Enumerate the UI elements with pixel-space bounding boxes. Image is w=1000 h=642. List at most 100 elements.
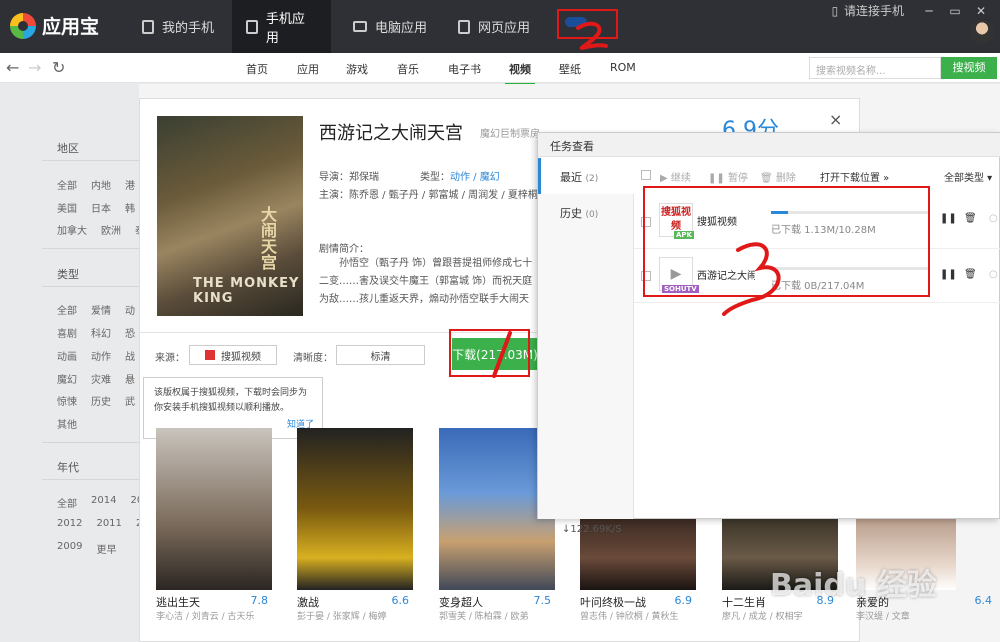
filter-option[interactable]: 2012 <box>57 518 82 529</box>
filter-option[interactable]: 美国 <box>57 200 77 215</box>
filter-option[interactable]: 科幻 <box>91 325 111 340</box>
quality-select[interactable]: 标清 <box>336 345 425 365</box>
category-ebooks[interactable]: 电子书 <box>448 61 481 77</box>
divider <box>42 442 139 443</box>
filter-option[interactable]: 惊悚 <box>57 393 77 408</box>
forward-arrow-icon[interactable]: → <box>28 58 41 77</box>
filter-row: 加拿大欧洲泰 <box>57 222 145 237</box>
filter-option[interactable]: 其他 <box>57 416 77 431</box>
top-bar: 应用宝 我的手机 手机应用 电脑应用 网页应用 ▯ 请连接手机 ─ ▭ ✕ <box>0 0 1000 53</box>
delete-button[interactable]: 🗑 删除 <box>760 169 796 184</box>
pause-icon[interactable]: ❚❚ <box>940 269 957 280</box>
filter-option[interactable]: 灾难 <box>91 371 111 386</box>
filter-option[interactable]: 动作 <box>91 348 111 363</box>
maximize-button[interactable]: ▭ <box>944 4 966 18</box>
category-wallpaper[interactable]: 壁纸 <box>559 61 581 77</box>
search-small-icon[interactable]: ○ <box>989 269 998 280</box>
tab-pc-apps[interactable]: 电脑应用 <box>339 0 441 53</box>
task-tab-label: 最近 <box>560 171 582 184</box>
pause-icon[interactable]: ❚❚ <box>940 213 957 224</box>
user-avatar[interactable] <box>970 20 994 44</box>
movie-score: 7.8 <box>250 594 269 607</box>
filter-row: 动画 动作战 <box>57 348 135 363</box>
filter-option[interactable]: 武 <box>125 393 135 408</box>
filter-row: 2012201120 <box>57 518 149 529</box>
trash-icon[interactable]: 🗑 <box>964 213 977 224</box>
divider <box>42 248 139 249</box>
filter-option[interactable]: 2009 <box>57 541 82 556</box>
movie-score: 6.9 <box>674 594 693 607</box>
close-icon[interactable]: × <box>829 110 842 129</box>
filter-option[interactable]: 历史 <box>91 393 111 408</box>
movie-title: 西游记之大闹天宫 <box>319 123 463 144</box>
back-arrow-icon[interactable]: ← <box>6 58 19 77</box>
tab-mobile-apps[interactable]: 手机应用 <box>232 0 331 53</box>
resume-label: 继续 <box>670 173 691 184</box>
source-label: 来源： <box>155 353 185 364</box>
filter-option[interactable]: 韩 <box>125 200 135 215</box>
movie-actors: 李汉缇 / 文章 <box>856 612 910 622</box>
filter-option[interactable]: 魔幻 <box>57 371 77 386</box>
category-home[interactable]: 首页 <box>246 61 268 77</box>
connect-phone-label[interactable]: 请连接手机 <box>844 2 904 19</box>
task-panel-title: 任务查看 <box>538 133 1000 157</box>
filter-option[interactable]: 全部 <box>57 177 77 192</box>
filter-option[interactable]: 爱情 <box>91 302 111 317</box>
movie-actors: 李心洁 / 刘青云 / 古天乐 <box>156 612 255 622</box>
search-small-icon[interactable]: ○ <box>989 213 998 224</box>
type-filter-select[interactable]: 全部类型 ▾ <box>944 169 992 184</box>
filter-option[interactable]: 2014 <box>91 495 116 510</box>
filter-option[interactable]: 动画 <box>57 348 77 363</box>
category-video[interactable]: 视频 <box>505 61 535 86</box>
director-row: 导演：郑保瑞 <box>319 168 379 183</box>
task-tab-history[interactable]: 历史 (0) <box>538 194 634 230</box>
category-rom[interactable]: ROM <box>610 61 636 74</box>
movie-actors: 彭于晏 / 张家辉 / 梅婷 <box>297 612 387 622</box>
filter-option[interactable]: 内地 <box>91 177 111 192</box>
minimize-button[interactable]: ─ <box>918 4 940 18</box>
movie-actors: 曾志伟 / 钟欣桐 / 黄秋生 <box>580 612 679 622</box>
movie-poster: 大闹天宫 THE MONKEY KING <box>157 116 303 316</box>
close-window-button[interactable]: ✕ <box>970 4 992 18</box>
filter-row: 美国 日本韩 <box>57 200 135 215</box>
movie-actors: 廖凡 / 成龙 / 权相宇 <box>722 612 803 622</box>
resume-button[interactable]: ▶ 继续 <box>660 169 691 184</box>
task-tab-recent[interactable]: 最近 (2) <box>538 158 634 194</box>
filter-option[interactable]: 日本 <box>91 200 111 215</box>
filter-option[interactable]: 喜剧 <box>57 325 77 340</box>
filter-option[interactable]: 欧洲 <box>101 222 121 237</box>
filter-option[interactable]: 动 <box>125 302 135 317</box>
search-button[interactable]: 搜视频 <box>941 57 997 79</box>
filter-option[interactable]: 恐 <box>125 325 135 340</box>
trash-icon[interactable]: 🗑 <box>964 269 977 280</box>
filter-option[interactable]: 港 <box>125 177 135 192</box>
movie-card[interactable]: 激战 6.6 彭于晏 / 张家辉 / 梅婷 <box>297 428 413 622</box>
category-apps[interactable]: 应用 <box>297 61 319 77</box>
divider <box>42 160 139 161</box>
category-music[interactable]: 音乐 <box>397 61 419 77</box>
filter-option[interactable]: 战 <box>125 348 135 363</box>
filter-option[interactable]: 全部 <box>57 495 77 510</box>
filter-region-title: 地区 <box>57 142 79 155</box>
pause-button[interactable]: ❚❚ 暂停 <box>708 169 748 184</box>
genre-link[interactable]: 动作 / 魔幻 <box>450 172 500 183</box>
source-box[interactable]: 搜狐视频 <box>189 345 277 365</box>
tab-web-apps[interactable]: 网页应用 <box>444 0 544 53</box>
tab-my-phone[interactable]: 我的手机 <box>128 0 228 53</box>
quality-label: 清晰度： <box>293 353 333 364</box>
filter-option[interactable]: 2011 <box>96 518 121 529</box>
annotation-box-2 <box>557 9 618 39</box>
movie-card[interactable]: 逃出生天 7.8 李心洁 / 刘青云 / 古天乐 <box>156 428 272 622</box>
filter-option[interactable]: 悬 <box>125 371 135 386</box>
category-games[interactable]: 游戏 <box>346 61 368 77</box>
open-location-link[interactable]: 打开下载位置 » <box>820 169 889 184</box>
select-all-checkbox[interactable] <box>641 170 651 180</box>
divider <box>42 286 139 287</box>
pause-label: 暂停 <box>727 173 748 184</box>
search-input[interactable]: 搜索视频名称... <box>809 57 941 79</box>
filter-option[interactable]: 加拿大 <box>57 222 87 237</box>
filter-type-title: 类型 <box>57 268 79 281</box>
filter-option[interactable]: 全部 <box>57 302 77 317</box>
filter-option[interactable]: 更早 <box>96 541 116 556</box>
refresh-icon[interactable]: ↻ <box>52 58 65 77</box>
